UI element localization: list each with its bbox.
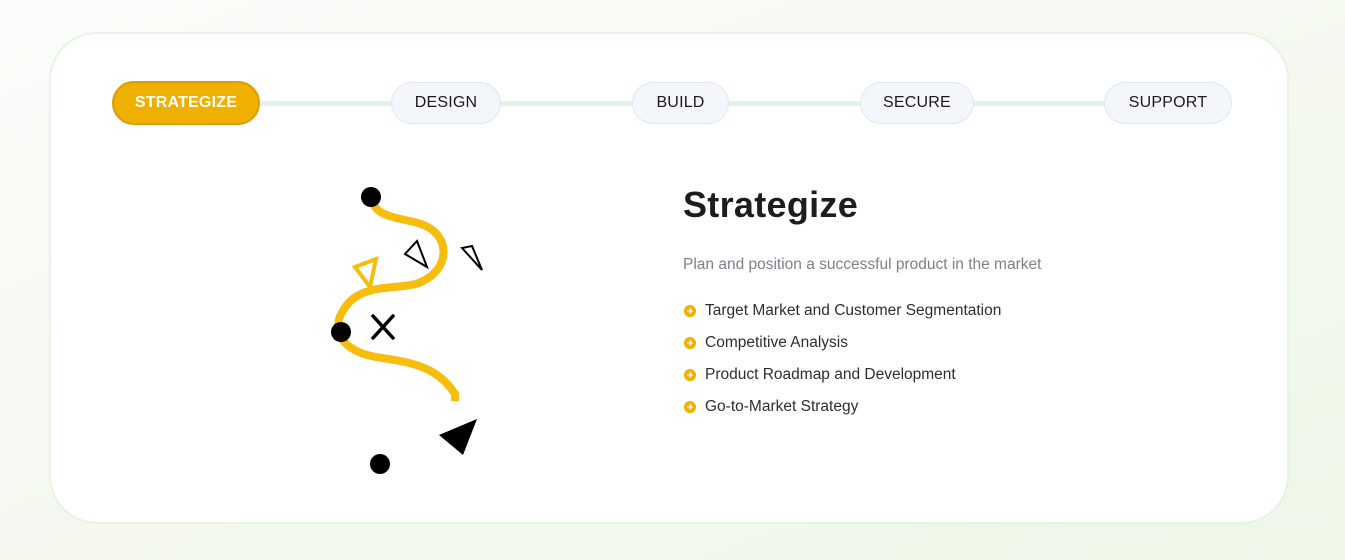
list-item-label: Competitive Analysis [705,334,849,351]
list-item: Target Market and Customer Segmentation [683,295,1243,327]
start-point-icon [361,187,381,207]
step-secure[interactable]: SECURE [860,82,974,124]
arrow-right-circle-icon [684,305,696,317]
step-support[interactable]: SUPPORT [1104,82,1232,124]
step-subtitle: Plan and position a successful product i… [683,256,1042,273]
winding-path-illustration [291,179,521,479]
process-stepper: STRATEGIZE DESIGN BUILD SECURE SUPPORT [111,81,1232,126]
step-design[interactable]: DESIGN [391,82,501,124]
process-card: STRATEGIZE DESIGN BUILD SECURE SUPPORT S… [49,32,1289,524]
arrow-right-circle-icon [684,337,696,349]
list-item-label: Go-to-Market Strategy [705,398,859,415]
winding-road-path [334,193,459,401]
yellow-outline-triangle-icon [351,255,379,292]
large-filled-triangle-icon [439,419,477,455]
outline-triangle-icon [460,244,483,271]
step-title: Strategize [683,184,859,225]
end-point-icon [370,454,390,474]
step-strategize[interactable]: STRATEGIZE [112,81,260,125]
arrow-right-circle-icon [684,401,696,413]
x-mark-icon [371,314,395,340]
feature-list: Target Market and Customer Segmentation … [683,295,1243,423]
list-item-label: Product Roadmap and Development [705,366,956,383]
step-details: Strategize Plan and position a successfu… [683,184,1243,423]
list-item: Competitive Analysis [683,327,1243,359]
waypoint-icon [331,322,351,342]
arrow-right-circle-icon [684,369,696,381]
list-item-label: Target Market and Customer Segmentation [705,302,1002,319]
list-item: Product Roadmap and Development [683,359,1243,391]
outline-triangle-icon [403,239,429,270]
strategy-map-graphic [331,187,521,474]
list-item: Go-to-Market Strategy [683,391,1243,423]
step-build[interactable]: BUILD [632,82,729,124]
